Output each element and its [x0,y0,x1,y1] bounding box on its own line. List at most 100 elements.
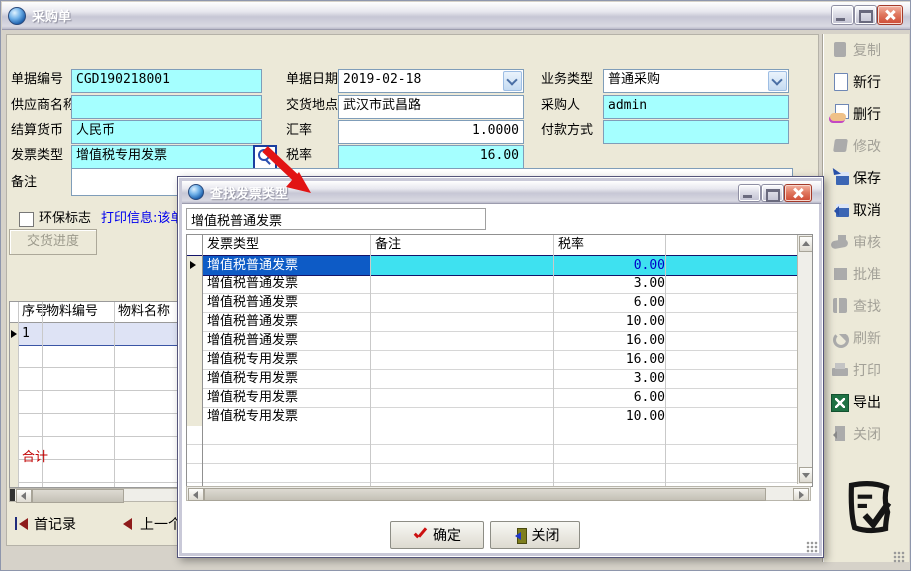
scroll-left-button[interactable] [16,489,32,503]
minimize-button[interactable] [831,5,854,25]
toolbar-button-save[interactable]: 保存 [823,162,909,194]
refresh-icon [829,328,851,348]
invoice-type-row[interactable]: 增值税专用发票6.00 [187,388,797,407]
toolbar-button-print[interactable]: 打印 [823,354,909,386]
doc-no-label: 单据编号 [11,69,63,91]
ok-button[interactable]: 确定 [390,521,484,549]
biz-type-combo[interactable]: 普通采购 [603,69,789,93]
find-icon [829,296,851,316]
export-icon [829,392,851,412]
table-vline [202,235,203,486]
eco-mark-checkbox[interactable] [19,212,34,227]
cell-note [370,350,553,370]
nav-first-label: 首记录 [34,514,76,534]
toolbar-button-refresh[interactable]: 刷新 [823,322,909,354]
table-vline [370,235,371,486]
invoice-type-row[interactable]: 增值税普通发票0.00 [187,255,797,274]
toolbar-button-label: 取消 [853,200,881,220]
dialog-close-action-button[interactable]: 关闭 [490,521,580,549]
cell-rate: 3.00 [553,369,675,389]
app-globe-icon [8,7,26,25]
col-note-header: 备注 [375,235,401,255]
cell-note [370,388,553,408]
delivery-place-field[interactable]: 武汉市武昌路 [338,95,524,119]
grid-vline [114,302,115,487]
maximize-button[interactable] [854,5,877,25]
scroll-down-button[interactable] [799,467,813,483]
invoice-type-row[interactable]: 增值税普通发票6.00 [187,293,797,312]
toolbar-button-cancel[interactable]: 取消 [823,194,909,226]
toolbar-button-label: 打印 [853,360,881,380]
previous-icon [119,517,135,531]
scroll-right-icon [799,491,804,499]
toolbar-button-delete-row[interactable]: 删行 [823,98,909,130]
toolbar-button-label: 新行 [853,72,881,92]
supplier-label: 供应商名称 [11,95,76,117]
scroll-left-icon [193,491,198,499]
scrollbar-thumb[interactable] [32,489,124,503]
invoice-search-input[interactable] [186,208,486,230]
dialog-titlebar: 查找发票类型 [182,181,821,204]
invoice-type-lookup-button[interactable] [253,145,277,170]
col-name-header: 物料名称 [118,302,170,322]
scroll-left-button[interactable] [188,488,204,501]
invoice-type-row[interactable]: 增值税普通发票16.00 [187,331,797,350]
doc-no-field[interactable]: CGD190218001 [71,69,262,93]
tax-rate-field[interactable]: 16.00 [338,145,524,169]
row-indicator-cell [187,312,203,332]
invoice-type-table[interactable]: 发票类型 备注 税率 增值税普通发票0.00增值税普通发票3.00增值税普通发票… [186,234,813,487]
dialog-minimize-button[interactable] [738,184,761,202]
currency-field[interactable]: 人民币 [71,120,262,144]
scrollbar-thumb[interactable] [204,488,766,501]
toolbar-button-modify[interactable]: 修改 [823,130,909,162]
delivery-progress-button[interactable]: 交货进度 [9,229,97,255]
cell-rate: 6.00 [553,293,675,313]
save-icon [829,168,851,188]
chevron-down-icon[interactable] [768,71,787,91]
close-button-label: 关闭 [532,525,560,545]
invoice-type-field[interactable]: 增值税专用发票 [71,145,262,169]
nav-first-record[interactable]: 首记录 [13,514,76,534]
toolbar-button-new-row[interactable]: 新行 [823,66,909,98]
dialog-resize-grip[interactable] [806,541,818,553]
toolbar-button-audit[interactable]: 审核 [823,226,909,258]
scroll-up-icon [802,241,810,246]
invoice-type-row[interactable]: 增值税专用发票3.00 [187,369,797,388]
toolbar-button-approve[interactable]: 批准 [823,258,909,290]
invoice-type-row[interactable]: 增值税普通发票3.00 [187,274,797,293]
dialog-close-button[interactable] [784,184,812,202]
dialog-maximize-button[interactable] [761,184,784,202]
remark-label: 备注 [11,172,37,194]
scroll-up-button[interactable] [799,236,813,252]
doc-date-combo[interactable]: 2019-02-18 [338,69,524,93]
invoice-type-row[interactable]: 增值税普通发票10.00 [187,312,797,331]
col-seq-header: 序号 [22,302,48,322]
cell-type: 增值税专用发票 [202,407,375,427]
chevron-down-icon[interactable] [503,71,522,91]
buyer-field[interactable]: admin [603,95,789,119]
payment-field[interactable] [603,120,789,144]
dialog-title: 查找发票类型 [210,183,288,202]
exchange-rate-field[interactable]: 1.0000 [338,120,524,144]
row-indicator-cell [187,350,203,370]
toolbar-button-find[interactable]: 查找 [823,290,909,322]
nav-previous[interactable]: 上一个 [119,514,182,534]
cell-rate: 0.00 [553,255,675,276]
row-indicator-cell [187,293,203,313]
window-title: 采购单 [32,6,71,25]
invoice-type-row[interactable]: 增值税专用发票10.00 [187,407,797,426]
toolbar-button-label: 审核 [853,232,881,252]
scroll-right-button[interactable] [793,488,809,501]
supplier-field[interactable] [71,95,262,119]
maximize-icon [859,10,873,23]
window-resize-grip[interactable] [893,551,905,563]
nav-prev-label: 上一个 [140,514,182,534]
toolbar-button-copy[interactable]: 复制 [823,34,909,66]
print-info-link[interactable]: 打印信息:该单 [101,208,183,230]
invoice-type-row[interactable]: 增值税专用发票16.00 [187,350,797,369]
close-button[interactable] [877,5,903,25]
dialog-hscrollbar[interactable] [186,486,811,501]
toolbar-button-close-door[interactable]: 关闭 [823,418,909,450]
toolbar-button-export[interactable]: 导出 [823,386,909,418]
table-vscrollbar[interactable] [797,235,812,484]
